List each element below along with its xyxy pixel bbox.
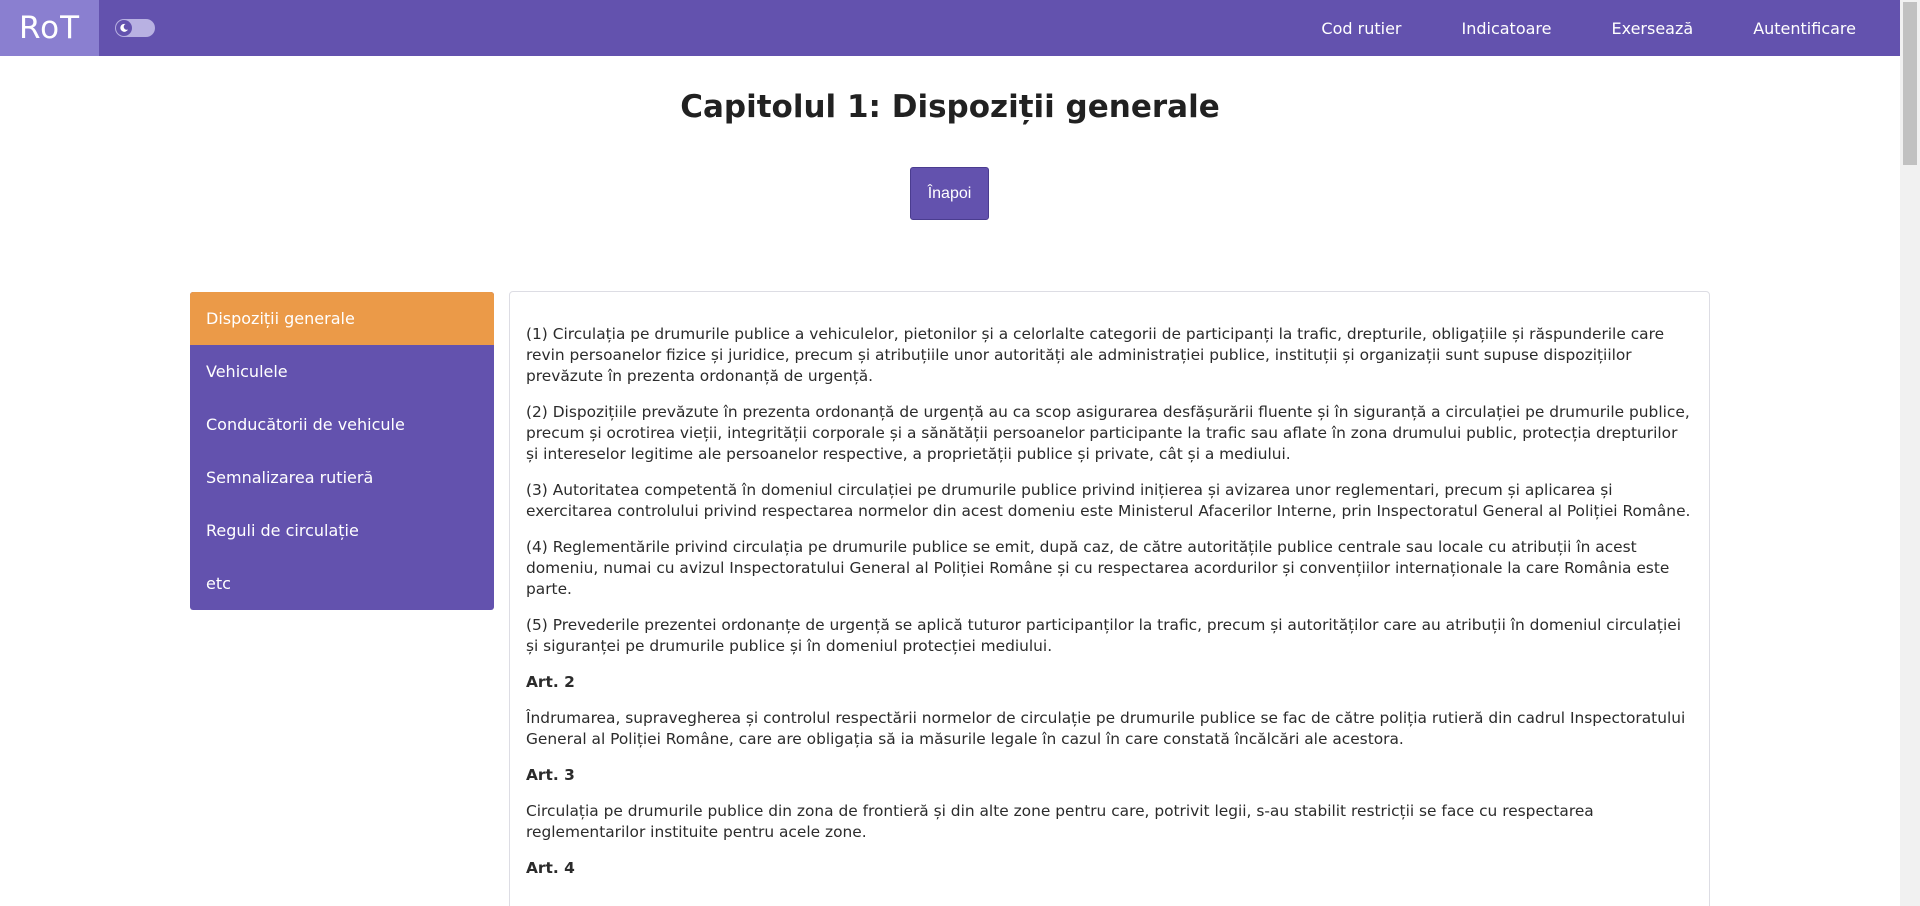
nav-link-exerseaza[interactable]: Exersează xyxy=(1581,19,1723,38)
page-title: Capitolul 1: Dispoziții generale xyxy=(680,89,1220,125)
sidebar-item-reguli-de-circulatie[interactable]: Reguli de circulație xyxy=(190,504,494,557)
page-scrollbar[interactable] xyxy=(1900,0,1920,906)
theme-toggle[interactable] xyxy=(115,19,155,37)
brand-logo[interactable]: RoT xyxy=(0,0,99,56)
article-2-text: Îndrumarea, supravegherea și controlul r… xyxy=(526,709,1686,748)
back-button[interactable]: Înapoi xyxy=(910,167,989,220)
sidebar-item-dispozitii-generale[interactable]: Dispoziții generale xyxy=(190,292,494,345)
paragraph-1: (1) Circulația pe drumurile publice a ve… xyxy=(526,325,1665,385)
sidebar-item-conducatorii-de-vehicule[interactable]: Conducătorii de vehicule xyxy=(190,398,494,451)
sidebar-item-semnalizarea-rutiera[interactable]: Semnalizarea rutieră xyxy=(190,451,494,504)
paragraph-2: (2) Dispozițiile prevăzute în prezenta o… xyxy=(526,403,1690,463)
article-4-title: Art. 4 xyxy=(526,859,575,877)
paragraph-5: (5) Prevederile prezentei ordonanțe de u… xyxy=(526,616,1681,655)
navbar: RoT Cod rutier Indicatoare Exersează Aut… xyxy=(0,0,1900,56)
nav-link-cod-rutier[interactable]: Cod rutier xyxy=(1291,19,1431,38)
scrollbar-thumb[interactable] xyxy=(1903,2,1917,165)
sidebar-item-vehiculele[interactable]: Vehiculele xyxy=(190,345,494,398)
article-3-text: Circulația pe drumurile publice din zona… xyxy=(526,802,1594,841)
nav-links: Cod rutier Indicatoare Exersează Autenti… xyxy=(1291,0,1900,56)
nav-link-indicatoare[interactable]: Indicatoare xyxy=(1431,19,1581,38)
article-2-title: Art. 2 xyxy=(526,673,575,691)
chapter-content: (1) Circulația pe drumurile publice a ve… xyxy=(509,291,1710,906)
article-3-title: Art. 3 xyxy=(526,766,575,784)
paragraph-3: (3) Autoritatea competentă în domeniul c… xyxy=(526,481,1691,520)
nav-link-autentificare[interactable]: Autentificare xyxy=(1723,19,1886,38)
sidebar-item-etc[interactable]: etc xyxy=(190,557,494,610)
chapter-sidebar: Dispoziții generale Vehiculele Conducăto… xyxy=(190,292,494,610)
paragraph-4: (4) Reglementările privind circulația pe… xyxy=(526,538,1670,598)
moon-icon xyxy=(116,20,132,36)
